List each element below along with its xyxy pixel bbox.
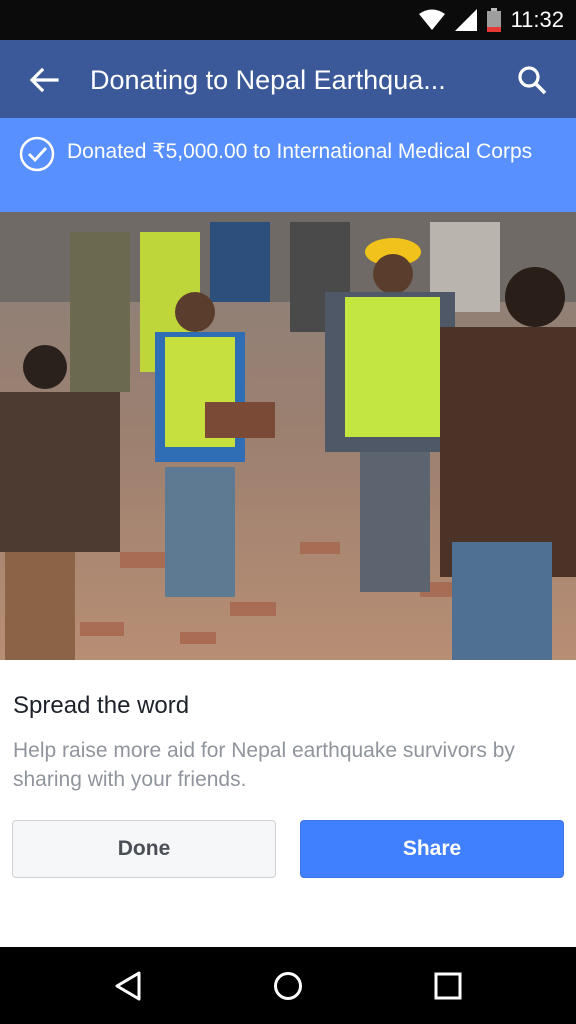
share-button[interactable]: Share <box>300 820 564 878</box>
donation-message: Donated ₹5,000.00 to International Medic… <box>67 140 533 163</box>
status-icons: 11:32 <box>418 0 564 40</box>
back-arrow-icon <box>29 67 59 93</box>
earthquake-rescue-photo <box>0 212 576 660</box>
app-bar: Donating to Nepal Earthqua... <box>0 40 576 118</box>
search-icon <box>518 66 547 95</box>
nav-home-button[interactable] <box>267 965 309 1007</box>
nav-recents-icon <box>434 972 462 1000</box>
battery-icon <box>486 8 501 32</box>
page-title: Donating to Nepal Earthqua... <box>90 65 446 95</box>
status-bar: 11:32 <box>0 0 576 40</box>
nav-recents-button[interactable] <box>427 965 469 1007</box>
back-button[interactable] <box>26 62 62 98</box>
nav-home-icon <box>274 972 302 1000</box>
search-button[interactable] <box>514 62 550 98</box>
check-circle-icon <box>19 136 55 172</box>
nav-back-icon <box>115 971 141 1001</box>
share-description: Help raise more aid for Nepal earthquake… <box>13 739 515 791</box>
nav-back-button[interactable] <box>107 965 149 1007</box>
signal-icon <box>454 9 477 31</box>
done-button[interactable]: Done <box>12 820 276 878</box>
system-nav-bar <box>0 947 576 1024</box>
status-time: 11:32 <box>510 7 564 32</box>
spread-word-heading: Spread the word <box>13 692 190 719</box>
wifi-icon <box>418 9 445 30</box>
